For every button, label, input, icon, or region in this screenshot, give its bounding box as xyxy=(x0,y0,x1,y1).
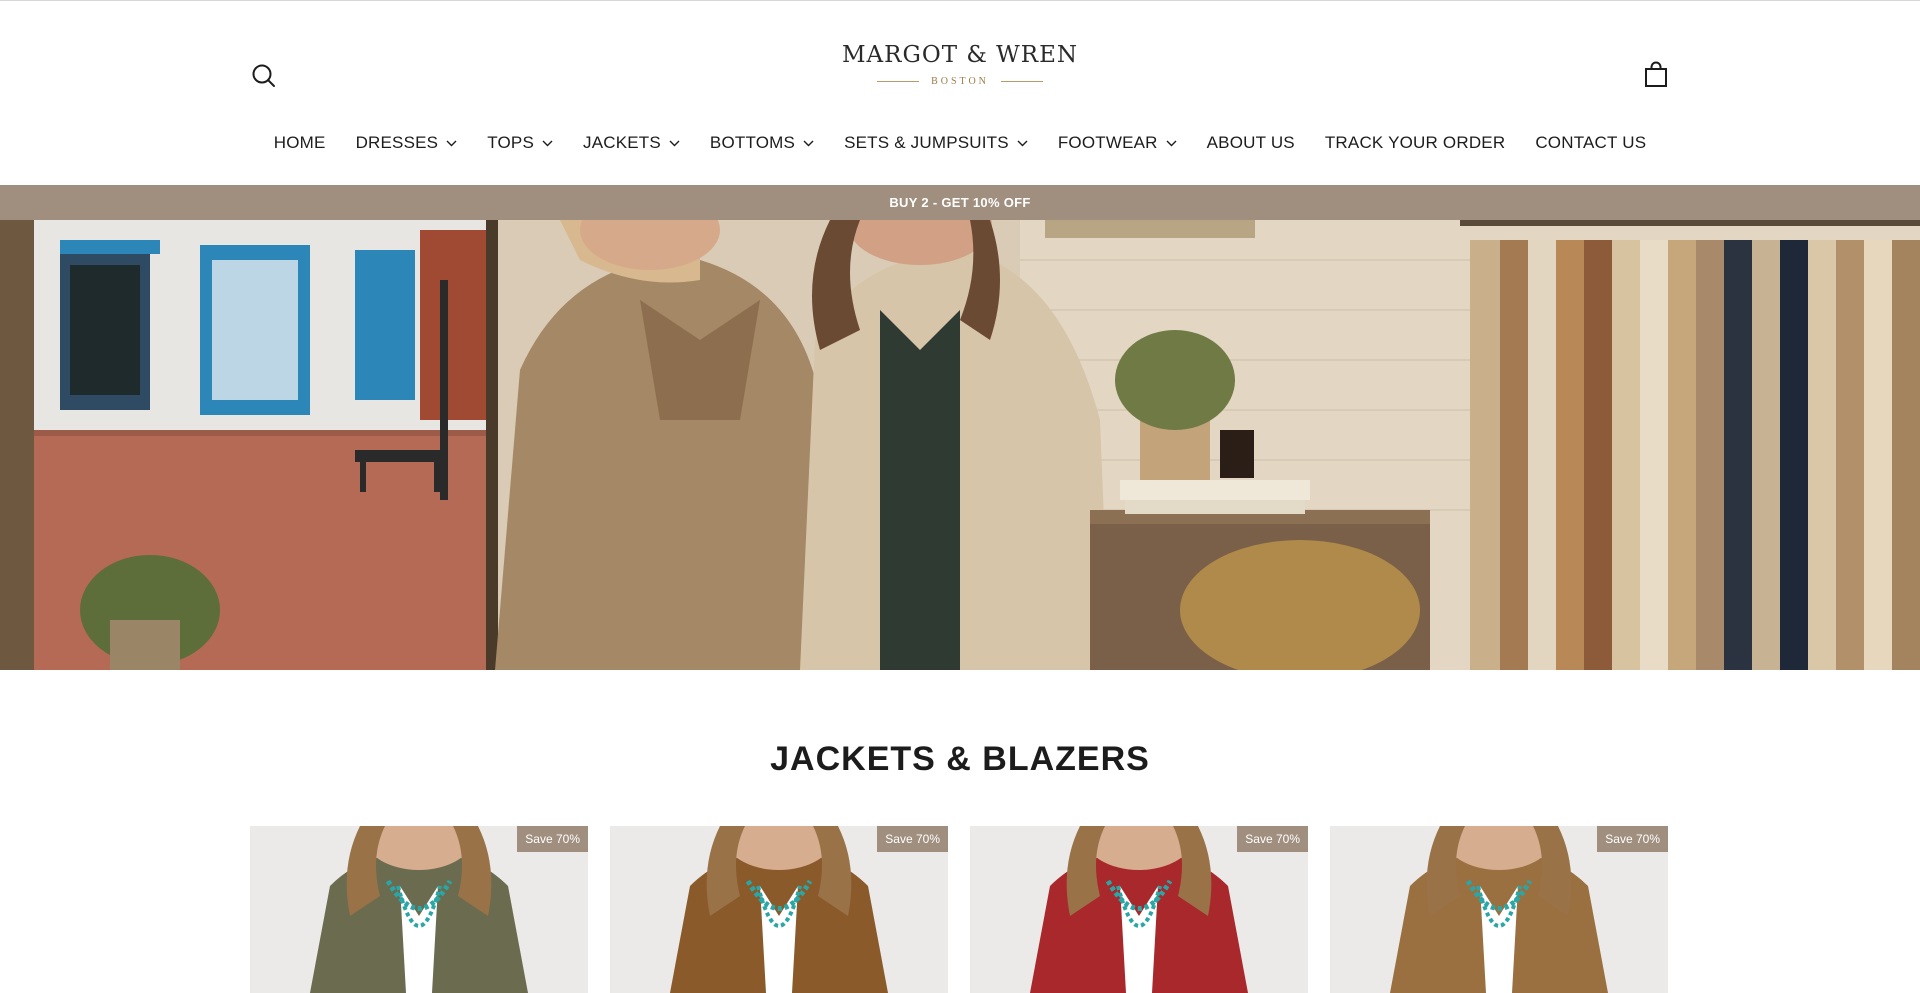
sale-badge: Save 70% xyxy=(517,826,588,852)
nav-item-label: HOME xyxy=(273,133,326,152)
chevron-down-icon xyxy=(803,140,814,146)
logo-subline: BOSTON xyxy=(810,76,1110,87)
announcement-text: BUY 2 - GET 10% OFF xyxy=(889,195,1031,210)
nav-item-label: FOOTWEAR xyxy=(1057,133,1158,152)
nav-item-label: TRACK YOUR ORDER xyxy=(1324,133,1506,152)
nav-item-label: DRESSES xyxy=(355,133,439,152)
chevron-down-icon xyxy=(669,140,680,146)
main-navigation: HOME DRESSES TOPS JACKETS BOTTOMS SETS & JUMP… xyxy=(0,133,1920,153)
nav-item-about-us[interactable]: ABOUT US xyxy=(1207,133,1295,153)
section-title: JACKETS & BLAZERS xyxy=(770,740,1150,778)
nav-item-contact-us[interactable]: CONTACT US xyxy=(1535,133,1646,153)
logo-rule-left xyxy=(877,81,920,82)
product-grid: Save 70% Save 70% Save 70% Save 70% xyxy=(250,826,1670,993)
chevron-down-icon xyxy=(542,140,553,146)
nav-item-dresses[interactable]: DRESSES xyxy=(356,133,458,153)
nav-item-home[interactable]: HOME xyxy=(274,133,326,153)
product-card[interactable]: Save 70% xyxy=(610,826,948,993)
store-logo[interactable]: MARGOT & WREN BOSTON xyxy=(810,42,1110,87)
chevron-down-icon xyxy=(446,140,457,146)
shopping-bag-icon[interactable] xyxy=(1641,60,1671,90)
logo-city: BOSTON xyxy=(931,76,989,87)
nav-item-label: ABOUT US xyxy=(1206,133,1295,152)
nav-item-sets-jumpsuits[interactable]: SETS & JUMPSUITS xyxy=(844,133,1028,153)
sale-badge: Save 70% xyxy=(1597,826,1668,852)
product-card[interactable]: Save 70% xyxy=(250,826,588,993)
nav-item-track-your-order[interactable]: TRACK YOUR ORDER xyxy=(1325,133,1505,153)
product-card[interactable]: Save 70% xyxy=(970,826,1308,993)
product-card[interactable]: Save 70% xyxy=(1330,826,1668,993)
nav-item-label: CONTACT US xyxy=(1535,133,1647,152)
hero-illustration xyxy=(0,220,1920,670)
logo-rule-right xyxy=(1000,81,1043,82)
logo-name: MARGOT & WREN xyxy=(841,42,1078,68)
nav-item-bottoms[interactable]: BOTTOMS xyxy=(710,133,814,153)
search-icon[interactable] xyxy=(250,62,278,90)
nav-item-label: JACKETS xyxy=(583,133,661,152)
nav-item-jackets[interactable]: JACKETS xyxy=(583,133,680,153)
chevron-down-icon xyxy=(1017,140,1028,146)
site-header: MARGOT & WREN BOSTON HOME DRESSES TOPS JACK… xyxy=(0,0,1920,185)
nav-item-tops[interactable]: TOPS xyxy=(487,133,553,153)
nav-item-footwear[interactable]: FOOTWEAR xyxy=(1058,133,1177,153)
announcement-bar[interactable]: BUY 2 - GET 10% OFF xyxy=(0,185,1920,220)
sale-badge: Save 70% xyxy=(877,826,948,852)
hero-banner-image[interactable] xyxy=(0,220,1920,670)
nav-item-label: TOPS xyxy=(487,133,534,152)
sale-badge: Save 70% xyxy=(1237,826,1308,852)
nav-item-label: SETS & JUMPSUITS xyxy=(844,133,1009,152)
nav-item-label: BOTTOMS xyxy=(709,133,796,152)
chevron-down-icon xyxy=(1166,140,1177,146)
